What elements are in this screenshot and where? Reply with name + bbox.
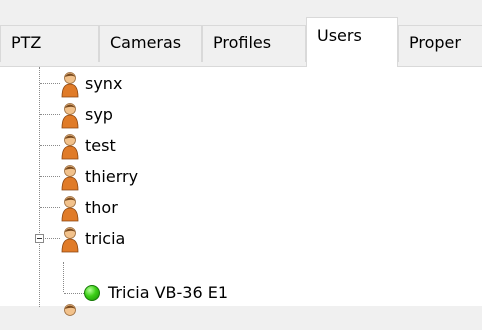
tree-node-user-thierry[interactable]: thierry [0,164,300,191]
tab-profiles[interactable]: Profiles [202,25,306,62]
user-name-label: thor [85,198,118,217]
tree-node-user-thor[interactable]: thor [0,195,300,222]
device-name-label: Tricia VB-36 E1 [108,283,229,302]
tree-node-user-synx[interactable]: synx [0,71,300,98]
user-person-icon [64,304,76,316]
status-online-icon [84,285,100,301]
user-person-icon [61,196,79,222]
user-name-label: tricia [85,229,126,248]
user-name-label: syp [85,105,113,124]
tab-label: Users [317,26,362,45]
tab-label: Profiles [213,33,272,52]
tree-node-user-tricia[interactable]: tricia [0,226,300,253]
user-person-icon [61,103,79,129]
user-name-label: test [85,136,116,155]
tab-properties[interactable]: Proper [398,25,482,62]
tab-cameras[interactable]: Cameras [99,25,202,62]
users-tree-panel: synx syp test thierry thor tricia Tricia… [0,66,482,316]
tree-node-user-syp[interactable]: syp [0,102,300,129]
user-name-label: synx [85,74,123,93]
tree-node-user-test[interactable]: test [0,133,300,160]
tab-label: PTZ [11,33,42,52]
user-person-icon [61,72,79,98]
tab-ptz[interactable]: PTZ [0,25,99,62]
tab-users[interactable]: Users [306,17,398,67]
user-person-icon [61,165,79,191]
user-person-icon [61,227,79,253]
user-person-icon [61,134,79,160]
tab-label: Proper [409,33,461,52]
tab-label: Cameras [110,33,182,52]
user-name-label: thierry [85,167,139,186]
tree-node-device[interactable]: Tricia VB-36 E1 [0,279,400,306]
tab-bar: PTZ Cameras Profiles Users Proper [0,0,482,67]
